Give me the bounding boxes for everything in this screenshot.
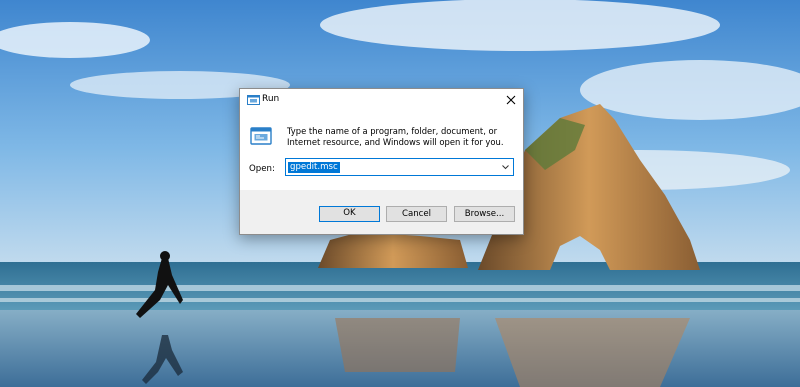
close-button[interactable] xyxy=(499,89,523,111)
open-input[interactable]: gpedit.msc xyxy=(288,162,340,173)
button-bar: OK Cancel Browse... xyxy=(240,190,523,234)
dialog-title: Run xyxy=(262,94,280,104)
dialog-description: Type the name of a program, folder, docu… xyxy=(287,126,504,147)
title-bar[interactable]: Run xyxy=(240,89,523,111)
open-label: Open: xyxy=(249,164,275,174)
browse-button[interactable]: Browse... xyxy=(454,206,515,222)
run-app-icon xyxy=(250,127,272,145)
ok-button[interactable]: OK xyxy=(319,206,380,222)
run-dialog: Run Type the name of a program, folder, … xyxy=(239,88,524,235)
cancel-button[interactable]: Cancel xyxy=(386,206,447,222)
run-app-icon xyxy=(247,95,260,105)
open-combobox[interactable]: gpedit.msc xyxy=(285,158,514,176)
chevron-down-icon[interactable] xyxy=(501,163,510,171)
close-icon xyxy=(506,95,516,105)
